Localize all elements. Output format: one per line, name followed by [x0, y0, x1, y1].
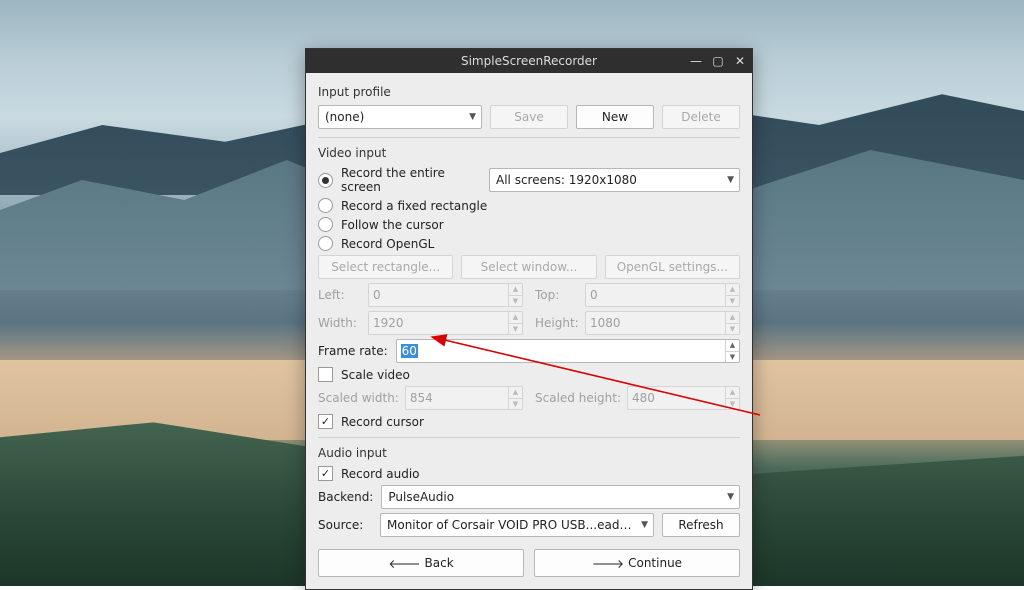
select-window-button: Select window... [461, 255, 596, 279]
radio-follow-cursor-label[interactable]: Follow the cursor [341, 218, 444, 232]
scaled-height-label: Scaled height: [535, 391, 621, 405]
radio-follow-cursor[interactable] [318, 217, 333, 232]
close-icon[interactable]: ✕ [732, 53, 748, 69]
chevron-down-icon: ▼ [725, 399, 739, 410]
height-label: Height: [535, 316, 579, 330]
scale-video-checkbox[interactable] [318, 367, 333, 382]
video-input-heading: Video input [318, 146, 740, 160]
record-cursor-label[interactable]: Record cursor [341, 415, 424, 429]
backend-select[interactable]: PulseAudio ▼ [381, 485, 740, 509]
chevron-up-icon: ▲ [508, 284, 522, 296]
profile-select-value: (none) [325, 110, 364, 124]
titlebar[interactable]: SimpleScreenRecorder — ▢ ✕ [306, 49, 752, 73]
screens-select[interactable]: All screens: 1920x1080 ▼ [489, 168, 740, 192]
source-label: Source: [318, 518, 372, 532]
radio-entire-screen[interactable] [318, 173, 333, 188]
continue-button-label: Continue [628, 556, 682, 570]
radio-opengl[interactable] [318, 236, 333, 251]
scaled-height-input: 480 ▲▼ [627, 386, 740, 410]
profile-select[interactable]: (none) ▼ [318, 105, 482, 129]
chevron-up-icon: ▲ [725, 387, 739, 399]
app-window: SimpleScreenRecorder — ▢ ✕ Input profile… [305, 48, 753, 590]
input-profile-heading: Input profile [318, 85, 740, 99]
width-label: Width: [318, 316, 362, 330]
chevron-down-icon: ▼ [469, 112, 476, 122]
source-select-value: Monitor of Corsair VOID PRO USB...eadset… [387, 518, 635, 532]
chevron-down-icon: ▼ [727, 175, 734, 185]
back-button-label: Back [425, 556, 454, 570]
frame-rate-input[interactable]: 60 ▲▼ [396, 339, 740, 363]
chevron-down-icon[interactable]: ▼ [725, 352, 739, 363]
radio-opengl-label[interactable]: Record OpenGL [341, 237, 434, 251]
record-audio-checkbox[interactable] [318, 466, 333, 481]
left-label: Left: [318, 288, 362, 302]
backend-select-value: PulseAudio [388, 490, 454, 504]
chevron-down-icon: ▼ [725, 324, 739, 335]
scale-video-label[interactable]: Scale video [341, 368, 410, 382]
opengl-settings-button: OpenGL settings... [605, 255, 740, 279]
chevron-up-icon: ▲ [508, 312, 522, 324]
chevron-down-icon: ▼ [641, 520, 648, 530]
minimize-icon[interactable]: — [688, 53, 704, 69]
arrow-right-icon: 🡒 [592, 556, 624, 571]
record-cursor-checkbox[interactable] [318, 414, 333, 429]
top-label: Top: [535, 288, 579, 302]
window-title: SimpleScreenRecorder [461, 54, 597, 68]
source-select[interactable]: Monitor of Corsair VOID PRO USB...eadset… [380, 513, 654, 537]
back-button[interactable]: 🡐 Back [318, 549, 524, 577]
chevron-up-icon: ▲ [725, 312, 739, 324]
refresh-button[interactable]: Refresh [662, 513, 740, 537]
continue-button[interactable]: 🡒 Continue [534, 549, 740, 577]
radio-entire-screen-label[interactable]: Record the entire screen [341, 166, 481, 194]
chevron-up-icon[interactable]: ▲ [725, 340, 739, 352]
chevron-down-icon: ▼ [508, 399, 522, 410]
select-rectangle-button: Select rectangle... [318, 255, 453, 279]
screens-select-value: All screens: 1920x1080 [496, 173, 637, 187]
scaled-width-label: Scaled width: [318, 391, 399, 405]
backend-label: Backend: [318, 490, 373, 504]
scaled-width-input: 854 ▲▼ [405, 386, 523, 410]
radio-fixed-rectangle-label[interactable]: Record a fixed rectangle [341, 199, 487, 213]
top-input: 0 ▲▼ [585, 283, 740, 307]
left-input: 0 ▲▼ [368, 283, 523, 307]
chevron-down-icon: ▼ [508, 296, 522, 307]
frame-rate-value: 60 [401, 344, 418, 358]
profile-new-button[interactable]: New [576, 105, 654, 129]
maximize-icon[interactable]: ▢ [710, 53, 726, 69]
profile-save-button: Save [490, 105, 568, 129]
width-input: 1920 ▲▼ [368, 311, 523, 335]
chevron-down-icon: ▼ [725, 296, 739, 307]
record-audio-label[interactable]: Record audio [341, 467, 420, 481]
chevron-up-icon: ▲ [725, 284, 739, 296]
arrow-left-icon: 🡐 [388, 556, 420, 571]
height-input: 1080 ▲▼ [585, 311, 740, 335]
profile-delete-button: Delete [662, 105, 740, 129]
frame-rate-label: Frame rate: [318, 344, 388, 358]
chevron-down-icon: ▼ [727, 492, 734, 502]
audio-input-heading: Audio input [318, 446, 740, 460]
radio-fixed-rectangle[interactable] [318, 198, 333, 213]
chevron-up-icon: ▲ [508, 387, 522, 399]
chevron-down-icon: ▼ [508, 324, 522, 335]
